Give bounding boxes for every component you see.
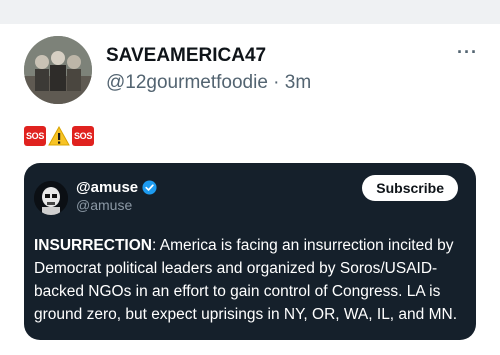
separator: · (273, 72, 280, 93)
quoted-post[interactable]: @amuse @amuse Subscribe INSURRECTION: Am… (24, 163, 476, 340)
quoted-name[interactable]: @amuse (76, 179, 138, 196)
top-divider-bar (0, 0, 500, 24)
display-name[interactable]: SAVEAMERICA47 (106, 45, 311, 67)
handle[interactable]: @12gourmetfoodie (106, 72, 268, 93)
post-author: SAVEAMERICA47 @12gourmetfoodie · 3m (106, 45, 311, 95)
sos-emoji-icon: SOS (72, 126, 94, 146)
quoted-text: INSURRECTION: America is facing an insur… (34, 234, 470, 326)
handle-line: @12gourmetfoodie · 3m (106, 71, 311, 95)
avatar[interactable] (24, 36, 92, 104)
subscribe-button[interactable]: Subscribe (362, 175, 458, 201)
quoted-text-bold: INSURRECTION (34, 237, 152, 254)
post-text: SOS SOS (24, 126, 94, 146)
more-options-icon[interactable]: ··· (457, 42, 478, 63)
sos-emoji-icon: SOS (24, 126, 46, 146)
warning-emoji-icon (48, 126, 70, 146)
timestamp[interactable]: 3m (285, 72, 311, 93)
quoted-avatar[interactable] (34, 181, 68, 215)
quoted-handle[interactable]: @amuse (76, 197, 132, 213)
quoted-name-line: @amuse (76, 179, 157, 196)
verified-badge-icon (142, 180, 157, 195)
